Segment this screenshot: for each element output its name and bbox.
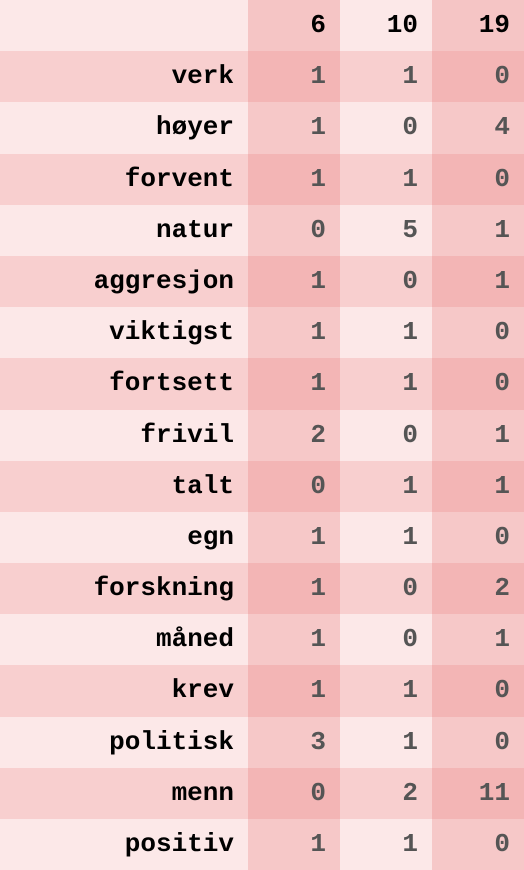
- header-col: 10: [340, 0, 432, 51]
- row-label: fortsett: [0, 358, 248, 409]
- cell-value: 1: [248, 819, 340, 870]
- cell-value: 5: [340, 205, 432, 256]
- cell-value: 1: [340, 717, 432, 768]
- cell-value: 1: [248, 51, 340, 102]
- cell-value: 1: [248, 307, 340, 358]
- cell-value: 0: [340, 563, 432, 614]
- cell-value: 0: [248, 205, 340, 256]
- cell-value: 1: [340, 154, 432, 205]
- cell-value: 0: [432, 512, 524, 563]
- header-empty: [0, 0, 248, 51]
- header-col: 19: [432, 0, 524, 51]
- cell-value: 4: [432, 102, 524, 153]
- cell-value: 0: [340, 410, 432, 461]
- cell-value: 1: [248, 358, 340, 409]
- cell-value: 0: [432, 358, 524, 409]
- table-row: aggresjon101: [0, 256, 524, 307]
- cell-value: 0: [340, 614, 432, 665]
- row-label: høyer: [0, 102, 248, 153]
- table-row: menn0211: [0, 768, 524, 819]
- cell-value: 0: [432, 51, 524, 102]
- table-row: talt011: [0, 461, 524, 512]
- cell-value: 0: [340, 102, 432, 153]
- row-label: natur: [0, 205, 248, 256]
- cell-value: 2: [432, 563, 524, 614]
- row-label: aggresjon: [0, 256, 248, 307]
- cell-value: 1: [340, 307, 432, 358]
- cell-value: 0: [340, 256, 432, 307]
- table-row: forskning102: [0, 563, 524, 614]
- cell-value: 1: [432, 205, 524, 256]
- cell-value: 1: [432, 410, 524, 461]
- cell-value: 0: [248, 461, 340, 512]
- cell-value: 1: [432, 614, 524, 665]
- header-row: 6 10 19: [0, 0, 524, 51]
- row-label: egn: [0, 512, 248, 563]
- table-row: måned101: [0, 614, 524, 665]
- cell-value: 1: [248, 154, 340, 205]
- data-table: 6 10 19 verk110høyer104forvent110natur05…: [0, 0, 524, 870]
- row-label: frivil: [0, 410, 248, 461]
- cell-value: 0: [432, 717, 524, 768]
- row-label: viktigst: [0, 307, 248, 358]
- table-row: krev110: [0, 665, 524, 716]
- row-label: forskning: [0, 563, 248, 614]
- cell-value: 1: [432, 256, 524, 307]
- cell-value: 1: [340, 512, 432, 563]
- table-row: verk110: [0, 51, 524, 102]
- cell-value: 1: [248, 614, 340, 665]
- cell-value: 1: [340, 461, 432, 512]
- cell-value: 1: [248, 665, 340, 716]
- cell-value: 1: [248, 512, 340, 563]
- row-label: positiv: [0, 819, 248, 870]
- cell-value: 1: [432, 461, 524, 512]
- cell-value: 1: [340, 665, 432, 716]
- cell-value: 1: [248, 563, 340, 614]
- row-label: politisk: [0, 717, 248, 768]
- table-row: fortsett110: [0, 358, 524, 409]
- cell-value: 1: [340, 358, 432, 409]
- table-row: viktigst110: [0, 307, 524, 358]
- row-label: måned: [0, 614, 248, 665]
- table-body: verk110høyer104forvent110natur051aggresj…: [0, 51, 524, 870]
- cell-value: 0: [432, 665, 524, 716]
- table-row: frivil201: [0, 410, 524, 461]
- row-label: talt: [0, 461, 248, 512]
- row-label: verk: [0, 51, 248, 102]
- table-header: 6 10 19: [0, 0, 524, 51]
- table-row: politisk310: [0, 717, 524, 768]
- table-row: høyer104: [0, 102, 524, 153]
- cell-value: 1: [340, 51, 432, 102]
- row-label: menn: [0, 768, 248, 819]
- table-row: egn110: [0, 512, 524, 563]
- cell-value: 0: [432, 819, 524, 870]
- cell-value: 2: [340, 768, 432, 819]
- cell-value: 0: [248, 768, 340, 819]
- cell-value: 1: [248, 102, 340, 153]
- table-row: positiv110: [0, 819, 524, 870]
- cell-value: 2: [248, 410, 340, 461]
- cell-value: 11: [432, 768, 524, 819]
- cell-value: 3: [248, 717, 340, 768]
- header-col: 6: [248, 0, 340, 51]
- row-label: forvent: [0, 154, 248, 205]
- cell-value: 1: [340, 819, 432, 870]
- cell-value: 0: [432, 154, 524, 205]
- row-label: krev: [0, 665, 248, 716]
- cell-value: 0: [432, 307, 524, 358]
- cell-value: 1: [248, 256, 340, 307]
- table-row: forvent110: [0, 154, 524, 205]
- table-row: natur051: [0, 205, 524, 256]
